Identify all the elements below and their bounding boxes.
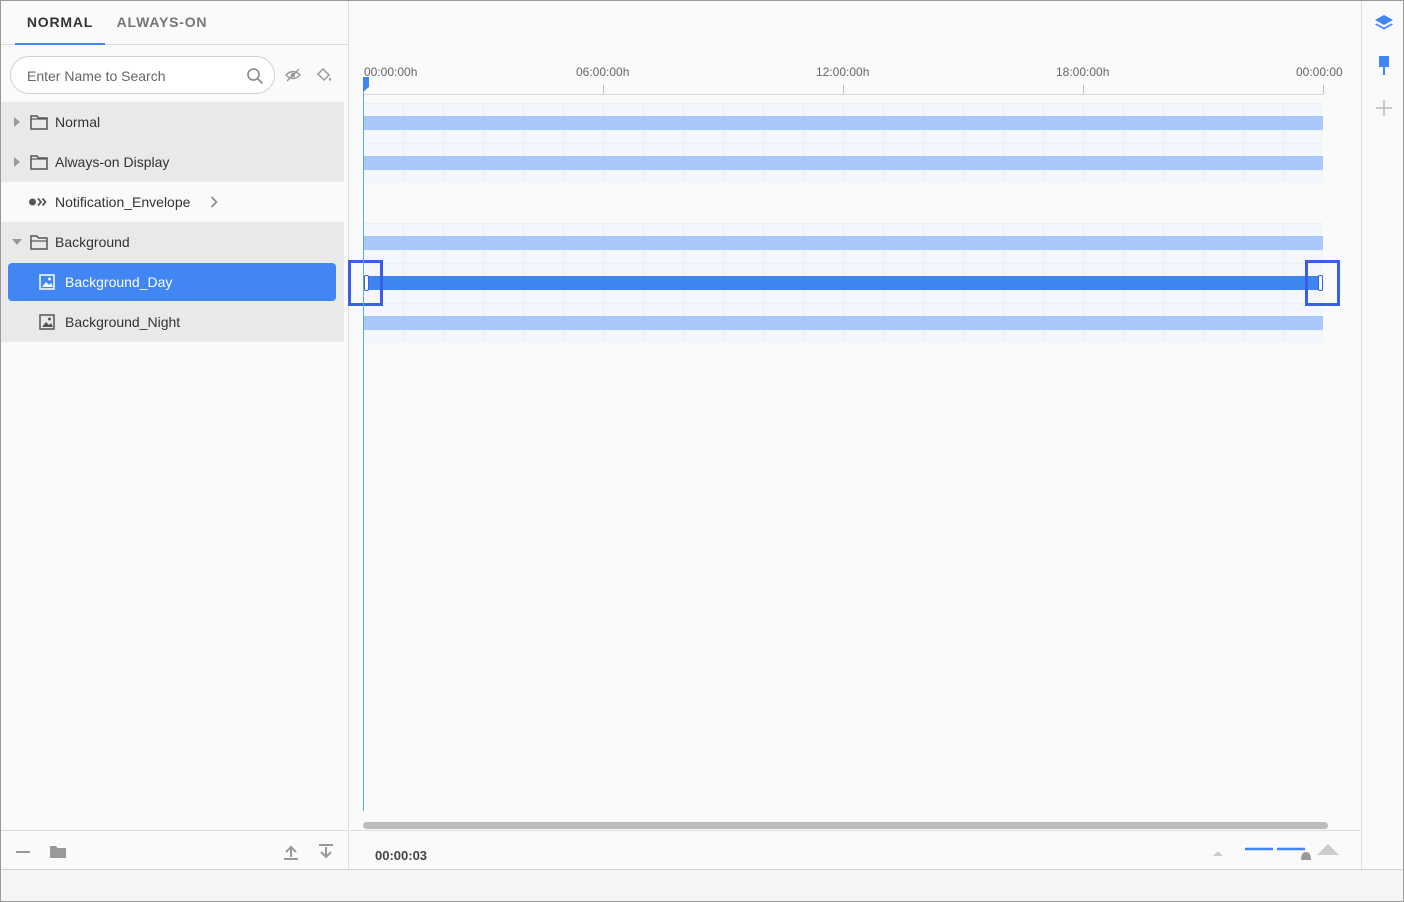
pin-icon[interactable] xyxy=(1374,55,1394,75)
ruler-label: 06:00:00h xyxy=(576,65,630,79)
mode-tabs: NORMAL ALWAYS-ON xyxy=(1,1,349,45)
tree-item-background-day[interactable]: Background_Day xyxy=(1,262,344,302)
ruler-tick xyxy=(843,85,844,94)
search-input[interactable] xyxy=(27,66,237,86)
tree-item-label: Normal xyxy=(55,114,101,130)
tree-item-label: Background xyxy=(55,234,130,250)
image-icon xyxy=(39,274,55,290)
caret-right-icon[interactable] xyxy=(12,116,22,128)
timeline-panel: 00:00:00h 06:00:00h 12:00:00h 18:00:00h … xyxy=(348,1,1360,870)
ruler-tick xyxy=(1323,85,1324,94)
status-bar xyxy=(1,869,1403,901)
caret-right-icon[interactable] xyxy=(12,156,22,168)
start-handle[interactable] xyxy=(348,260,383,306)
ruler-label: 00:00:00h xyxy=(364,65,418,79)
layer-bar-normal[interactable] xyxy=(363,116,1323,130)
right-toolbar xyxy=(1361,1,1403,869)
eye-off-icon[interactable] xyxy=(284,66,302,84)
plus-icon[interactable] xyxy=(1374,98,1394,118)
playhead-line xyxy=(363,91,364,811)
current-time: 00:00:03 xyxy=(375,848,428,863)
tree-item-label: Always-on Display xyxy=(55,154,170,170)
layer-bar-background[interactable] xyxy=(363,236,1323,250)
tab-normal[interactable]: NORMAL xyxy=(15,1,105,45)
folder-icon xyxy=(30,155,48,170)
end-handle-knob[interactable] xyxy=(1318,275,1323,291)
playhead-marker[interactable] xyxy=(362,77,370,93)
image-icon xyxy=(39,314,55,330)
ruler[interactable] xyxy=(363,94,1323,95)
layer-panel: NORMAL ALWAYS-ON Normal xyxy=(1,1,349,869)
ruler-tick xyxy=(1083,85,1084,94)
layer-bar-background-day[interactable] xyxy=(363,276,1323,290)
chevron-right-icon[interactable] xyxy=(209,196,219,208)
tree-item-notification-envelope[interactable]: Notification_Envelope xyxy=(1,182,344,222)
end-handle[interactable] xyxy=(1305,260,1340,306)
timeline-footer: 00:00:03 xyxy=(350,830,1360,870)
search-box xyxy=(10,56,275,94)
tree-item-label: Background_Day xyxy=(65,274,173,290)
ruler-label: 12:00:00h xyxy=(816,65,870,79)
layer-bar-always-on[interactable] xyxy=(363,156,1323,170)
layer-toolbar xyxy=(1,830,349,870)
move-bottom-icon[interactable] xyxy=(317,843,335,861)
folder-icon xyxy=(30,115,48,130)
tree-item-background[interactable]: Background xyxy=(1,222,344,262)
layer-tree: Normal Always-on Display Notification_En… xyxy=(1,102,344,342)
layers-icon[interactable] xyxy=(1374,13,1394,33)
tree-item-always-on-display[interactable]: Always-on Display xyxy=(1,142,344,182)
folder-icon[interactable] xyxy=(49,843,67,861)
move-top-icon[interactable] xyxy=(282,843,300,861)
caret-down-icon[interactable] xyxy=(11,237,23,247)
ruler-tick xyxy=(603,85,604,94)
paint-bucket-icon[interactable] xyxy=(315,66,333,84)
tree-item-background-night[interactable]: Background_Night xyxy=(1,302,344,342)
tree-item-label: Notification_Envelope xyxy=(55,194,191,210)
group-icon xyxy=(29,197,47,207)
ruler-label: 00:00:00 xyxy=(1296,65,1343,79)
horizontal-scrollbar[interactable] xyxy=(363,822,1328,829)
tab-always-on[interactable]: ALWAYS-ON xyxy=(113,1,211,45)
ruler-label: 18:00:00h xyxy=(1056,65,1110,79)
minus-icon[interactable] xyxy=(14,843,32,861)
zoom-slider[interactable] xyxy=(1210,839,1340,865)
search-icon[interactable] xyxy=(246,67,264,85)
tree-item-normal[interactable]: Normal xyxy=(1,102,344,142)
start-handle-knob[interactable] xyxy=(364,275,369,291)
tree-item-label: Background_Night xyxy=(65,314,181,330)
folder-open-icon xyxy=(30,235,48,250)
layer-bar-background-night[interactable] xyxy=(363,316,1323,330)
